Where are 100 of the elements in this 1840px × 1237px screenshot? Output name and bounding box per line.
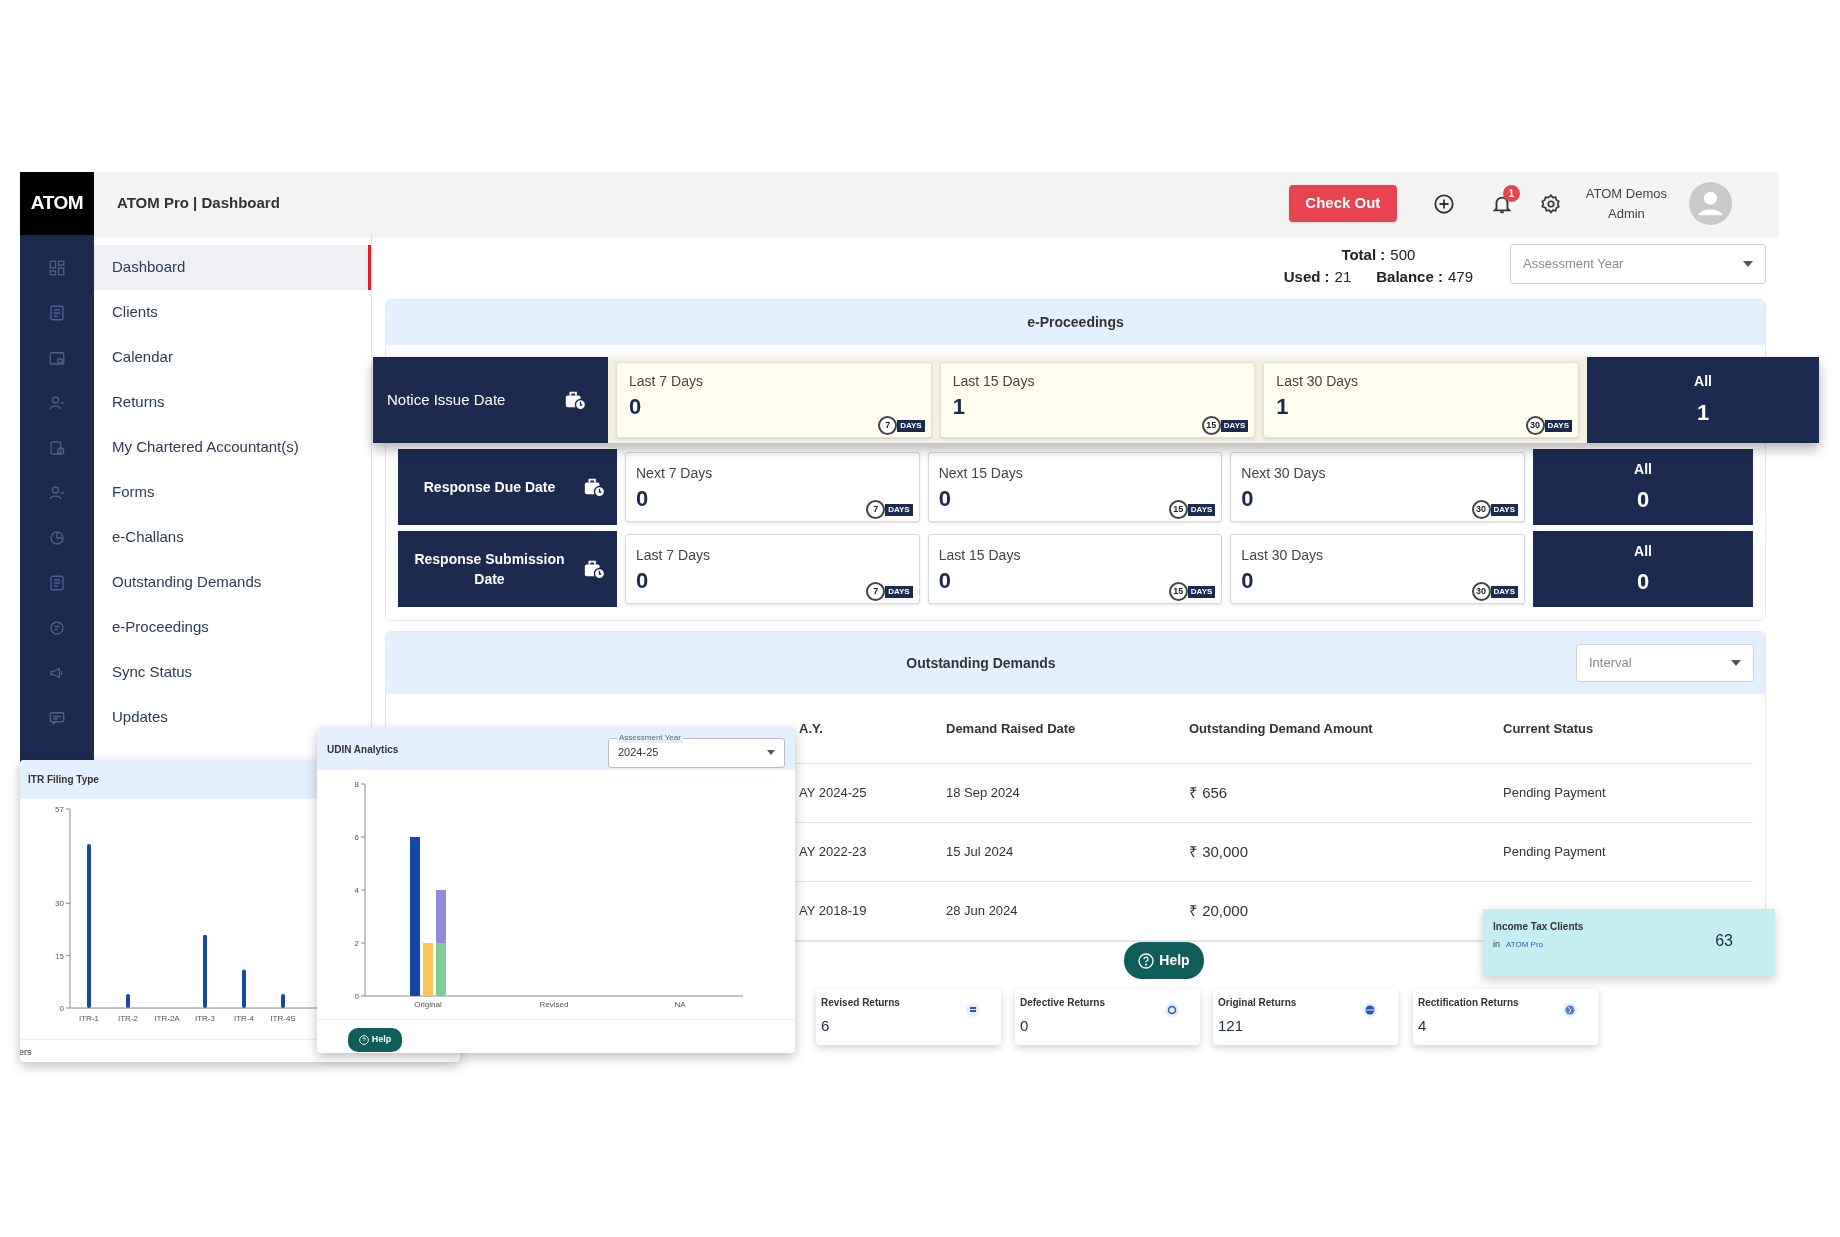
help-icon: [1138, 952, 1155, 969]
brand-label: ATOM Pro: [1506, 938, 1544, 951]
count-card[interactable]: Next 7 Days 0 7 DAYS: [625, 452, 920, 522]
check-out-button[interactable]: Check Out: [1288, 185, 1397, 222]
table-cell-text: ₹ 656: [1189, 782, 1229, 803]
card-value: 0: [1241, 567, 1254, 595]
table-cell-text: AY 2018-19: [799, 902, 868, 921]
person-icon[interactable]: [48, 483, 66, 502]
tick-label: 4: [354, 886, 359, 895]
row-label: Response Due Date: [422, 478, 557, 497]
checklist-icon[interactable]: [48, 573, 66, 592]
interval-dropdown[interactable]: Interval: [1576, 644, 1754, 682]
pie-chart-icon[interactable]: [48, 528, 66, 547]
axis-label: ITR-2A: [154, 1014, 180, 1023]
used-label: Used :: [1283, 267, 1330, 287]
column-header: Current Status: [1503, 719, 1595, 738]
count-card[interactable]: Last 7 Days 0 7 DAYS: [625, 534, 920, 604]
settings-icon[interactable]: [1539, 192, 1562, 215]
count-card[interactable]: Last 30 Days 1 30 DAYS: [1263, 362, 1579, 438]
sidebar-item[interactable]: Returns: [94, 380, 371, 425]
panel-title: UDIN Analytics: [327, 743, 400, 757]
card-label: Last 7 Days: [629, 372, 704, 391]
days-badge: 7 DAYS: [878, 416, 925, 435]
sidebar-item[interactable]: Sync Status: [94, 650, 371, 695]
sidebar-item[interactable]: My Chartered Accountant(s): [94, 425, 371, 470]
sidebar-item[interactable]: e-Proceedings: [94, 605, 371, 650]
days-badge: 15 DAYS: [1201, 416, 1249, 435]
count-card[interactable]: Last 15 Days 1 15 DAYS: [939, 362, 1256, 438]
card-value: 0: [1241, 485, 1254, 513]
table-cell-text: 18 Sep 2024: [946, 784, 1021, 803]
tick-label: 30: [55, 899, 64, 909]
sidebar-item[interactable]: Outstanding Demands: [94, 560, 371, 605]
logo: ATOM: [20, 172, 94, 235]
column-header: Outstanding Demand Amount: [1189, 719, 1374, 738]
sidebar-item[interactable]: Dashboard: [94, 245, 371, 290]
card-value: 0: [938, 567, 951, 595]
table-cell-text: AY 2022-23: [799, 843, 868, 862]
count-card[interactable]: Next 30 Days 0 30 DAYS: [1230, 452, 1525, 522]
bar: [242, 969, 246, 1008]
count-card[interactable]: Last 15 Days 0 15 DAYS: [927, 534, 1223, 604]
balance-label: Balance :: [1376, 267, 1443, 287]
total-label: Total :: [1341, 245, 1386, 265]
column-header: Demand Raised Date: [946, 719, 1077, 738]
card-value: 0: [636, 485, 649, 513]
briefcase-clock-icon: [583, 558, 605, 580]
days-badge: 30 DAYS: [1471, 500, 1518, 519]
grid-icon[interactable]: [48, 258, 66, 277]
panel-title: ITR Filing Type: [28, 773, 99, 787]
days-badge: 7 DAYS: [866, 500, 913, 519]
all-count-tile[interactable]: All 1: [1587, 357, 1819, 443]
card-label: Next 7 Days: [636, 464, 714, 483]
help-button[interactable]: Help: [1124, 942, 1204, 979]
card-value: 0: [636, 567, 649, 595]
sidebar-item[interactable]: e-Challans: [94, 515, 371, 560]
stat-label: Original Returns: [1218, 996, 1298, 1010]
bar: [423, 943, 433, 996]
card-value: 63: [1715, 931, 1733, 951]
caret-icon: [767, 750, 775, 755]
panel-title: e-Proceedings: [1027, 313, 1124, 332]
caret-icon: [1731, 660, 1741, 666]
footer-text: ers: [20, 1046, 33, 1059]
checklist-icon[interactable]: [48, 303, 66, 322]
sidebar-item[interactable]: Clients: [94, 290, 371, 335]
all-count-tile[interactable]: All 0: [1533, 449, 1753, 525]
avatar-icon[interactable]: [1689, 182, 1732, 225]
stat-label: Defective Returns: [1020, 996, 1107, 1010]
stat-value: 0: [1020, 1016, 1030, 1036]
person-icon[interactable]: [48, 393, 66, 412]
assessment-year-dropdown[interactable]: Assessment Year: [1510, 244, 1766, 284]
count-card[interactable]: Next 15 Days 0 15 DAYS: [927, 452, 1223, 522]
row-label: Notice Issue Date: [387, 389, 507, 410]
tick-label: 15: [55, 951, 64, 961]
card-label: Next 15 Days: [938, 464, 1024, 483]
axis-label: NA: [674, 1000, 686, 1009]
sidebar-item[interactable]: Forms: [94, 470, 371, 515]
table-cell-text: AY 2024-25: [799, 784, 868, 803]
clipboard-icon[interactable]: [48, 438, 66, 457]
stat-label: Revised Returns: [821, 996, 901, 1010]
axis-label: ITR-3: [195, 1014, 215, 1023]
card-label: Last 30 Days: [1241, 546, 1325, 565]
card-label: Income Tax Clients: [1493, 920, 1585, 934]
tick-label: 0: [59, 1004, 64, 1013]
days-badge: 15 DAYS: [1168, 582, 1216, 601]
sidebar-item[interactable]: Updates: [94, 695, 371, 740]
document-icon[interactable]: [48, 618, 66, 637]
used-value: 21: [1334, 267, 1352, 287]
stat-value: 6: [821, 1016, 831, 1036]
table-cell-text: 15 Jul 2024: [946, 843, 1015, 862]
count-card[interactable]: Last 7 Days 0 7 DAYS: [616, 362, 932, 438]
tick-label: 2: [354, 939, 359, 948]
stat-value: 4: [1418, 1016, 1428, 1036]
all-label: All: [1634, 459, 1652, 479]
add-icon[interactable]: [1432, 192, 1455, 215]
notification-badge: 1: [1502, 184, 1520, 202]
count-card[interactable]: Last 30 Days 0 30 DAYS: [1230, 534, 1525, 604]
tick-label: 6: [354, 833, 359, 842]
all-count-tile[interactable]: All 0: [1533, 531, 1753, 607]
help-button[interactable]: Help: [348, 1028, 402, 1052]
caret-icon: [1743, 261, 1753, 267]
sidebar-item[interactable]: Calendar: [94, 335, 371, 380]
